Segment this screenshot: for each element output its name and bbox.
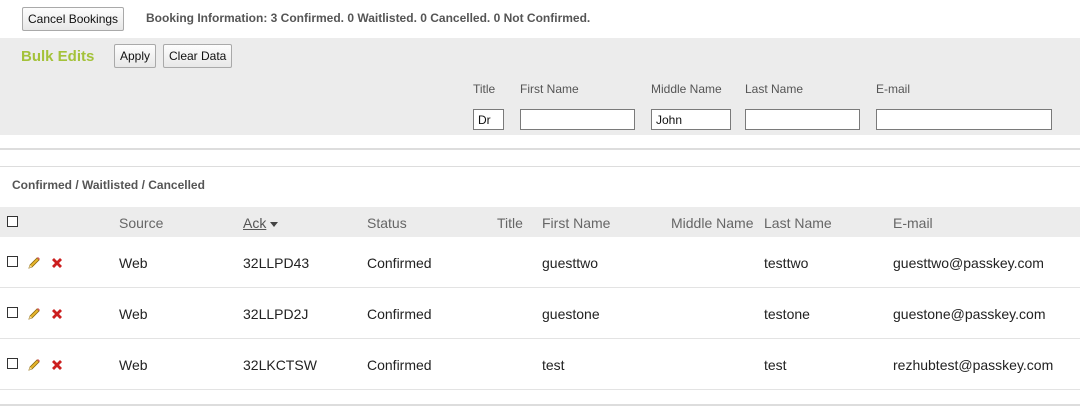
bulk-email-label: E-mail bbox=[876, 82, 911, 96]
last-name-cell: testtwo bbox=[764, 255, 809, 271]
source-cell: Web bbox=[119, 357, 148, 373]
pencil-icon[interactable] bbox=[26, 306, 42, 322]
column-header-ack-label: Ack bbox=[243, 215, 267, 231]
table-header-row: Source Ack Status Title First Name Middl… bbox=[0, 207, 1080, 237]
booking-info-row: Cancel Bookings Booking Information: 3 C… bbox=[0, 0, 1080, 37]
status-cell: Confirmed bbox=[367, 357, 432, 373]
column-header-last-name: Last Name bbox=[764, 215, 832, 231]
source-cell: Web bbox=[119, 255, 148, 271]
bookings-table-panel: Confirmed / Waitlisted / Cancelled Sourc… bbox=[0, 166, 1080, 406]
clear-data-button[interactable]: Clear Data bbox=[163, 44, 233, 68]
bulk-last-name-label: Last Name bbox=[745, 82, 804, 96]
table-row: Web 32LKCTSW Confirmed test test rezhubt… bbox=[0, 339, 1080, 390]
table-row: Web 32LLPD43 Confirmed guesttwo testtwo … bbox=[0, 237, 1080, 288]
email-cell: rezhubtest@passkey.com bbox=[893, 357, 1054, 373]
row-select-checkbox[interactable] bbox=[7, 256, 18, 267]
status-cell: Confirmed bbox=[367, 255, 432, 271]
bulk-last-name-input[interactable] bbox=[745, 109, 860, 130]
delete-x-icon[interactable] bbox=[49, 306, 65, 322]
bulk-middle-name-input[interactable] bbox=[651, 109, 731, 130]
table-row: Web 32LLPD2J Confirmed guestone testone … bbox=[0, 288, 1080, 339]
bulk-first-name-input[interactable] bbox=[520, 109, 635, 130]
ack-cell: 32LLPD43 bbox=[243, 255, 310, 271]
booking-toolbar-panel: Cancel Bookings Booking Information: 3 C… bbox=[0, 0, 1080, 150]
column-header-ack[interactable]: Ack bbox=[243, 215, 279, 231]
first-name-cell: test bbox=[542, 357, 565, 373]
status-cell: Confirmed bbox=[367, 306, 432, 322]
pencil-icon[interactable] bbox=[26, 357, 42, 373]
email-cell: guestone@passkey.com bbox=[893, 306, 1046, 322]
ack-cell: 32LLPD2J bbox=[243, 306, 309, 322]
bulk-title-label: Title bbox=[473, 82, 496, 96]
source-cell: Web bbox=[119, 306, 148, 322]
sort-descending-icon bbox=[270, 221, 279, 227]
bookings-section-title: Confirmed / Waitlisted / Cancelled bbox=[12, 178, 205, 192]
bulk-email-input[interactable] bbox=[876, 109, 1052, 130]
select-all-checkbox[interactable] bbox=[7, 216, 18, 227]
delete-x-icon[interactable] bbox=[49, 255, 65, 271]
pencil-icon[interactable] bbox=[26, 255, 42, 271]
first-name-cell: guestone bbox=[542, 306, 600, 322]
column-header-email: E-mail bbox=[893, 215, 933, 231]
ack-cell: 32LKCTSW bbox=[243, 357, 317, 373]
first-name-cell: guesttwo bbox=[542, 255, 599, 271]
last-name-cell: test bbox=[764, 357, 787, 373]
column-header-source: Source bbox=[119, 215, 164, 231]
booking-information-text: Booking Information: 3 Confirmed. 0 Wait… bbox=[146, 11, 591, 25]
delete-x-icon[interactable] bbox=[49, 357, 65, 373]
email-cell: guesttwo@passkey.com bbox=[893, 255, 1044, 271]
column-header-status: Status bbox=[367, 215, 407, 231]
last-name-cell: testone bbox=[764, 306, 810, 322]
column-header-middle-name: Middle Name bbox=[671, 215, 754, 231]
bulk-first-name-label: First Name bbox=[520, 82, 579, 96]
apply-button[interactable]: Apply bbox=[114, 44, 157, 68]
column-header-title: Title bbox=[497, 215, 523, 231]
bulk-edits-panel: Bulk Edits Apply Clear Data Title First … bbox=[0, 38, 1080, 135]
cancel-bookings-button[interactable]: Cancel Bookings bbox=[22, 7, 125, 31]
row-select-checkbox[interactable] bbox=[7, 358, 18, 369]
bulk-edits-title: Bulk Edits bbox=[21, 48, 95, 65]
column-header-first-name: First Name bbox=[542, 215, 611, 231]
row-select-checkbox[interactable] bbox=[7, 307, 18, 318]
bulk-title-input[interactable] bbox=[473, 109, 504, 130]
bulk-middle-name-label: Middle Name bbox=[651, 82, 722, 96]
